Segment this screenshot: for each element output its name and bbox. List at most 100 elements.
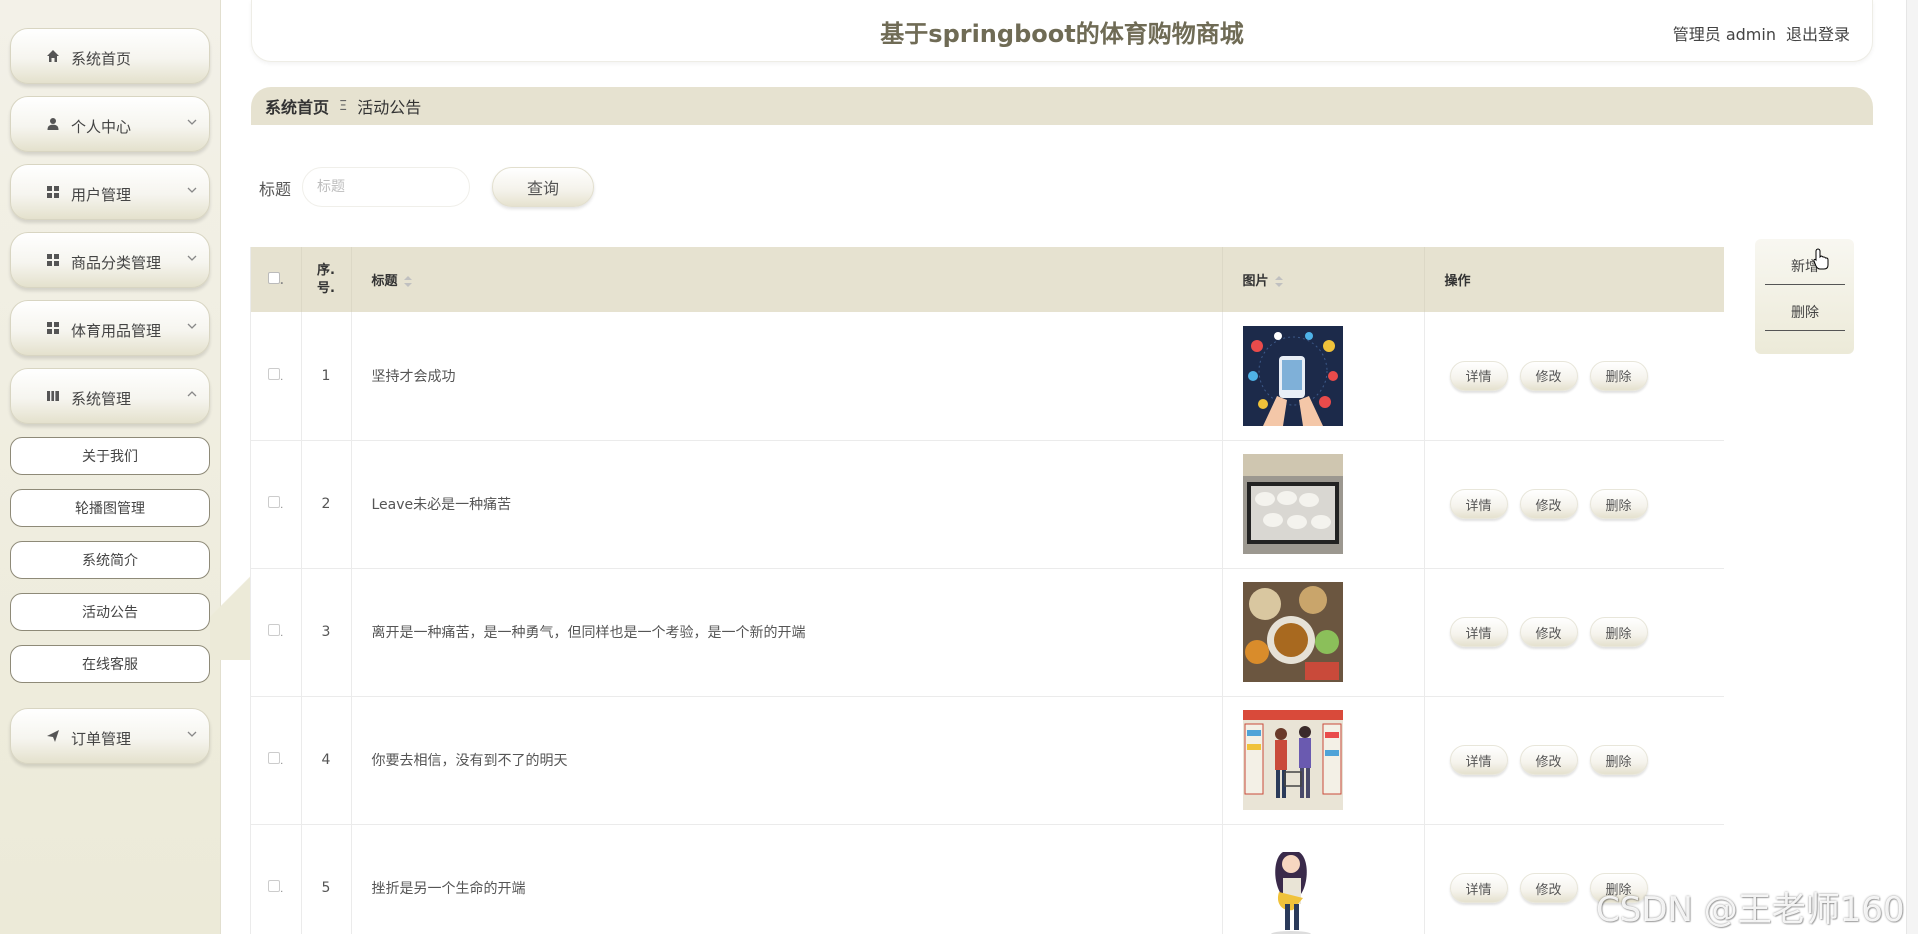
row-select-cell: .: [251, 440, 302, 568]
row-actions: 详情 修改 删除: [1424, 440, 1724, 568]
hand-cursor-icon: [1813, 248, 1829, 270]
batch-delete-button[interactable]: 删除: [1765, 293, 1845, 331]
sidebar-item-home[interactable]: 系统首页: [10, 28, 210, 84]
sort-icon[interactable]: [1274, 275, 1283, 288]
food-table-photo[interactable]: [1242, 582, 1343, 682]
row-checkbox[interactable]: [268, 367, 281, 380]
grid-icon: [45, 252, 61, 268]
sidebar-item-sports-goods[interactable]: 体育用品管理: [10, 300, 210, 356]
edit-button[interactable]: 修改: [1519, 489, 1578, 519]
phone-shopping-illustration[interactable]: [1242, 325, 1343, 426]
table-row: . 1 坚持才会成功 详情 修改 删除: [251, 312, 1724, 440]
row-image-cell: [1222, 824, 1425, 934]
column-header-title-label: 标题: [371, 274, 398, 289]
edit-button[interactable]: 修改: [1519, 360, 1578, 391]
chevron-down-icon: [185, 250, 199, 264]
row-index: 3: [301, 568, 352, 696]
search-label: 标题: [259, 180, 292, 199]
detail-button[interactable]: 详情: [1449, 360, 1508, 391]
delete-button[interactable]: 删除: [1589, 745, 1648, 775]
select-all-cell: .: [251, 247, 302, 312]
delete-button[interactable]: 删除: [1589, 360, 1648, 391]
detail-button[interactable]: 详情: [1449, 745, 1508, 775]
grid-icon: [45, 184, 61, 200]
sidebar-item-label: 系统管理: [71, 390, 132, 408]
sidebar-item-label: 订单管理: [71, 730, 132, 748]
table-row: . 2 Leave未必是一种痛苦 详情 修改 删除: [251, 440, 1724, 568]
edit-button[interactable]: 修改: [1519, 745, 1578, 775]
delete-button[interactable]: 删除: [1589, 617, 1648, 647]
home-icon: [45, 48, 61, 64]
row-index: 4: [301, 696, 352, 824]
row-title: 坚持才会成功: [351, 312, 1223, 440]
chevron-down-icon: [185, 726, 199, 740]
sidebar-subitem-announcement[interactable]: 活动公告: [10, 593, 210, 631]
sidebar-subitem-intro[interactable]: 系统简介: [10, 541, 210, 579]
sidebar-item-category[interactable]: 商品分类管理: [10, 232, 210, 288]
top-header: 基于springboot的体育购物商城 管理员 admin 退出登录: [251, 0, 1873, 62]
table-header-row: . 序. 号. 标题 图片 操作: [251, 247, 1724, 312]
row-select-cell: .: [251, 696, 302, 824]
column-header-title[interactable]: 标题: [351, 247, 1223, 312]
sidebar-item-system[interactable]: 系统管理: [10, 368, 210, 424]
row-title: 离开是一种痛苦，是一种勇气，但同样也是一个考验，是一个新的开端: [351, 568, 1223, 696]
grid-icon: [45, 320, 61, 336]
row-actions: 详情 修改 删除: [1424, 312, 1724, 440]
couple-shopping-illustration[interactable]: [1242, 710, 1343, 810]
row-index: 1: [301, 312, 352, 440]
sidebar-item-label: 体育用品管理: [71, 322, 162, 340]
column-header-image[interactable]: 图片: [1222, 247, 1425, 312]
row-index: 2: [301, 440, 352, 568]
breadcrumb-home[interactable]: 系统首页: [265, 94, 329, 118]
add-button[interactable]: 新增: [1765, 247, 1845, 285]
sidebar-subitem-about[interactable]: 关于我们: [10, 437, 210, 475]
query-button[interactable]: 查询: [492, 167, 594, 207]
sort-icon[interactable]: [403, 275, 412, 288]
sidebar-item-profile[interactable]: 个人中心: [10, 96, 210, 152]
sidebar-subitem-carousel[interactable]: 轮播图管理: [10, 489, 210, 527]
delete-button[interactable]: 删除: [1589, 489, 1648, 519]
app-title: 基于springboot的体育购物商城: [880, 20, 1244, 48]
girl-shopping-bag-illustration[interactable]: [1242, 838, 1343, 934]
breadcrumb-current: 活动公告: [357, 98, 422, 117]
row-select-cell: .: [251, 312, 302, 440]
row-image-cell: [1222, 568, 1425, 696]
detail-button[interactable]: 详情: [1449, 617, 1508, 647]
detail-button[interactable]: 详情: [1449, 489, 1508, 519]
row-image-cell: [1222, 312, 1425, 440]
row-checkbox[interactable]: [268, 880, 281, 892]
sidebar-item-label: 系统首页: [71, 50, 132, 68]
row-checkbox[interactable]: [268, 624, 281, 636]
edit-button[interactable]: 修改: [1519, 873, 1578, 903]
row-title: 你要去相信，没有到不了的明天: [351, 696, 1223, 824]
sidebar: 系统首页 个人中心 用户管理 商品分类管理 体育用品管理 系统管理 关于我们 轮…: [0, 0, 250, 934]
sidebar-subitem-customer-service[interactable]: 在线客服: [10, 645, 210, 683]
page-scrollbar[interactable]: [1906, 0, 1918, 934]
sidebar-item-label: 个人中心: [71, 118, 132, 136]
breadcrumb-separator: Ξ: [339, 98, 348, 114]
column-header-index: 序. 号.: [301, 247, 352, 312]
announcement-table: . 序. 号. 标题 图片 操作 . 1 坚持才会成功 详情 修改 删除 . 2…: [250, 247, 1724, 934]
select-all-checkbox[interactable]: [267, 271, 280, 284]
row-index: 5: [301, 824, 352, 934]
row-title: Leave未必是一种痛苦: [351, 440, 1223, 568]
logout-link[interactable]: 退出登录: [1786, 21, 1850, 45]
title-search-input[interactable]: [302, 167, 470, 207]
edit-button[interactable]: 修改: [1519, 617, 1578, 647]
chevron-down-icon: [185, 182, 199, 196]
row-image-cell: [1222, 440, 1425, 568]
table-row: . 5 挫折是另一个生命的开端 详情 修改 删除: [251, 824, 1724, 934]
row-checkbox[interactable]: [268, 496, 281, 508]
book-icon: [45, 388, 61, 404]
watermark: CSDN @王老师160: [1596, 890, 1905, 930]
paper-plane-icon: [45, 728, 61, 744]
dumplings-tray-photo[interactable]: [1242, 454, 1343, 554]
table-row: . 4 你要去相信，没有到不了的明天 详情 修改 删除: [251, 696, 1724, 824]
row-checkbox[interactable]: [268, 752, 281, 764]
row-select-cell: .: [251, 568, 302, 696]
sidebar-item-orders[interactable]: 订单管理: [10, 708, 210, 764]
detail-button[interactable]: 详情: [1449, 873, 1508, 903]
admin-user-label: 管理员 admin: [1672, 25, 1776, 44]
table-row: . 3 离开是一种痛苦，是一种勇气，但同样也是一个考验，是一个新的开端 详情 修…: [251, 568, 1724, 696]
sidebar-item-users[interactable]: 用户管理: [10, 164, 210, 220]
